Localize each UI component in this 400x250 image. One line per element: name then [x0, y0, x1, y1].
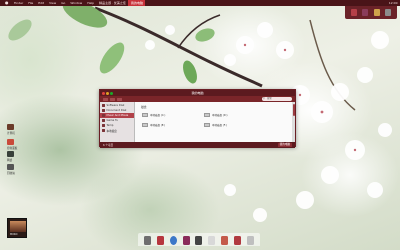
- hard-drive-icon: [142, 123, 148, 127]
- menu-item-file[interactable]: File: [26, 0, 36, 6]
- computer-icon: [7, 124, 14, 130]
- window-sidebar: Software Disk Document Disk Music And Mo…: [100, 102, 135, 142]
- apple-menu-icon[interactable]: ●: [0, 0, 12, 6]
- scrollbar-thumb[interactable]: [292, 104, 295, 116]
- sidebar-item-label: Document Disk: [106, 109, 127, 112]
- trash-icon[interactable]: [246, 236, 254, 245]
- control-panel-icon: [7, 139, 14, 145]
- view-mode-button[interactable]: [117, 97, 122, 101]
- search-icon: ⚲: [263, 97, 265, 101]
- desktop-icon-label: 计算机: [7, 132, 15, 135]
- sidebar-item-label: Temp: [106, 124, 114, 127]
- music-widget[interactable]: MUSIC: [7, 218, 27, 238]
- network-icon: [7, 151, 14, 157]
- chat-icon[interactable]: [195, 236, 203, 245]
- tag-icon[interactable]: [208, 236, 216, 245]
- search-input[interactable]: ⚲ 搜索: [262, 97, 292, 101]
- disk-icon: [102, 119, 105, 122]
- photo-icon[interactable]: [221, 236, 229, 245]
- drive-label: 本地磁盘 (C:): [150, 114, 166, 117]
- menu-item-window[interactable]: Window: [68, 0, 85, 6]
- top-dock: [345, 5, 397, 19]
- drive-label: 本地磁盘 (E:): [150, 124, 166, 127]
- desktop-icon-recycle-bin[interactable]: 回收站: [7, 164, 29, 175]
- sidebar-item-local-disk[interactable]: 本地磁盘: [100, 128, 134, 133]
- minimize-icon[interactable]: [106, 91, 109, 95]
- drive-grid: 本地磁盘 (C:) 本地磁盘 (D:) 本地磁盘 (E:) 本地磁盘 (F:): [138, 113, 292, 127]
- window-title-bar[interactable]: 我的电脑: [100, 90, 295, 96]
- my-computer-button[interactable]: 我的电脑: [277, 143, 292, 147]
- menu-item-go[interactable]: Go: [59, 0, 68, 6]
- bottom-dock: [138, 233, 260, 246]
- desktop-icon-label: 网络: [7, 159, 13, 162]
- drive-label: 本地磁盘 (F:): [212, 124, 227, 127]
- content-header: 磁盘: [141, 105, 147, 109]
- menu-item-edit[interactable]: Edit: [36, 0, 47, 6]
- globe-icon[interactable]: [169, 236, 177, 245]
- menu-item-finder[interactable]: Finder: [12, 0, 26, 6]
- window-body: Software Disk Document Disk Music And Mo…: [100, 102, 295, 142]
- menu-bar: ● Finder File Edit View Go Window Help 精…: [0, 0, 400, 6]
- search-placeholder: 搜索: [267, 97, 272, 101]
- sidebar-item-label: Music And Movie: [106, 114, 129, 117]
- system-icon[interactable]: [143, 236, 151, 245]
- back-button[interactable]: [103, 97, 108, 101]
- apps-icon[interactable]: [350, 8, 357, 16]
- mail-icon[interactable]: [156, 236, 164, 245]
- hard-drive-icon: [142, 113, 148, 117]
- menu-item-my-computer[interactable]: 我的电脑: [128, 0, 146, 6]
- desktop-icon-label: 控制面板: [7, 147, 18, 150]
- disk-icon: [102, 114, 105, 117]
- vertical-scrollbar[interactable]: [292, 102, 295, 142]
- briefcase-icon[interactable]: [234, 236, 242, 245]
- drive-item[interactable]: 本地磁盘 (F:): [204, 123, 266, 127]
- window-content: 磁盘 本地磁盘 (C:) 本地磁盘 (D:) 本地磁盘 (E:) 本地磁盘 (F…: [135, 102, 295, 142]
- drive-label: 本地磁盘 (D:): [212, 114, 228, 117]
- drive-item[interactable]: 本地磁盘 (E:): [142, 123, 204, 127]
- close-icon[interactable]: [102, 91, 105, 95]
- disk-icon: [102, 104, 105, 107]
- window-title: 我的电脑: [191, 91, 204, 95]
- forward-button[interactable]: [110, 97, 115, 101]
- folder-icon: [102, 124, 105, 127]
- album-art: [10, 221, 26, 232]
- menu-item-view[interactable]: View: [47, 0, 59, 6]
- desktop-icon-network[interactable]: 网络: [7, 151, 29, 162]
- recycle-bin-icon: [7, 164, 14, 170]
- disk-icon: [102, 109, 105, 112]
- desktop-icon-control-panel[interactable]: 控制面板: [7, 139, 29, 150]
- sidebar-item-label: Game Tu: [106, 119, 118, 122]
- hard-drive-icon: [204, 113, 210, 117]
- hard-drive-icon: [204, 123, 210, 127]
- status-text: 6 个项目: [103, 144, 114, 147]
- widget-label: MUSIC: [10, 233, 18, 236]
- music-icon[interactable]: [182, 236, 190, 245]
- finder-window: 我的电脑 ⚲ 搜索 Software Disk Document Disk Mu…: [99, 89, 296, 148]
- user-icon[interactable]: [362, 8, 369, 16]
- drive-item[interactable]: 本地磁盘 (C:): [142, 113, 204, 117]
- trash-icon[interactable]: [385, 8, 392, 16]
- maximize-icon[interactable]: [110, 91, 113, 95]
- drive-item[interactable]: 本地磁盘 (D:): [204, 113, 266, 117]
- star-icon[interactable]: [373, 8, 380, 16]
- desktop-icon-label: 回收站: [7, 172, 15, 175]
- menu-item-theme[interactable]: 精品主题 · 优美之佳: [97, 0, 129, 6]
- window-status-bar: 6 个项目 我的电脑: [100, 142, 295, 148]
- sidebar-item-label: 本地磁盘: [106, 129, 117, 133]
- sidebar-item-label: Software Disk: [106, 104, 125, 107]
- disk-icon: [102, 129, 105, 132]
- menu-clock: 12:00: [388, 1, 398, 5]
- desktop-icon-computer[interactable]: 计算机: [7, 124, 29, 135]
- menu-item-help[interactable]: Help: [85, 0, 97, 6]
